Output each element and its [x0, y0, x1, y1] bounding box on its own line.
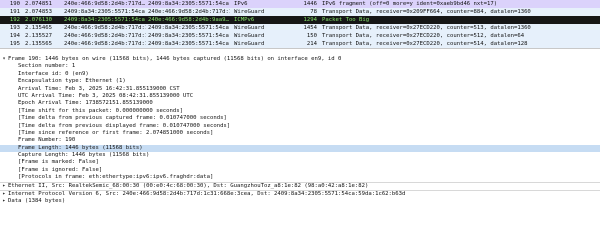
tree-field[interactable]: [Time since reference or first frame: 2.… — [0, 130, 600, 137]
packet-protocol: WireGuard — [234, 33, 265, 39]
tree-field[interactable]: Epoch Arrival Time: 1738572151.855139000 — [0, 100, 600, 107]
tree-field[interactable]: Frame Number: 190 — [0, 137, 600, 144]
tree-field[interactable]: [Frame is ignored: False] — [0, 167, 600, 174]
packet-row[interactable]: 194 2.135527 240e:466:9d58:2d4b:717d:1c3… — [0, 32, 600, 40]
triangle-right-icon[interactable]: ▸ — [0, 191, 8, 198]
packet-destination: 240e:466:9d58:2d4b:717d:1c31:66… — [148, 9, 230, 15]
tree-field[interactable]: Interface id: 0 (en9) — [0, 71, 600, 78]
tree-item-label: Data (1384 bytes) — [8, 198, 66, 205]
tree-item-label: Ethernet II, Src: RealtekSemic_68:00:30 … — [8, 182, 369, 189]
packet-time: 2.135565 — [25, 41, 52, 47]
packet-source: 240e:466:9d58:2d4b:717d:1c31:66… — [64, 25, 146, 31]
packet-row[interactable]: 193 2.135465 240e:466:9d58:2d4b:717d:1c3… — [0, 24, 600, 32]
packet-time: 2.074851 — [25, 1, 52, 7]
packet-details-tree: ▾ Frame 190: 1446 bytes on wire (11568 bi… — [0, 49, 600, 206]
packet-info: Transport Data, receiver=0x27ECD220, cou… — [322, 33, 525, 39]
field-text: Epoch Arrival Time: 1738572151.855139000 — [18, 100, 153, 107]
tree-field[interactable]: UTC Arrival Time: Feb 3, 2025 08:42:31.8… — [0, 93, 600, 100]
tree-field[interactable]: Capture Length: 1446 bytes (11568 bits) — [0, 152, 600, 159]
packet-protocol: ICMPv6 — [234, 17, 255, 23]
field-text: [Protocols in frame: eth:ethertype:ipv6:… — [18, 174, 214, 181]
packet-info: IPv6 fragment (off=0 more=y ident=0xaeb9… — [322, 1, 498, 7]
packet-protocol: WireGuard — [234, 25, 265, 31]
packet-source: 2409:8a34:2305:5571:54ca:59da:1… — [64, 17, 146, 23]
triangle-right-icon[interactable]: ▸ — [0, 198, 8, 205]
field-text: [Time delta from previous captured frame… — [18, 115, 227, 122]
packet-protocol: IPv6 — [234, 1, 248, 7]
packet-info: Transport Data, receiver=0x209FF664, cou… — [322, 9, 531, 15]
tree-field[interactable]: Encapsulation type: Ethernet (1) — [0, 78, 600, 85]
packet-length: 1446 — [303, 1, 317, 7]
packet-time: 2.074853 — [25, 9, 52, 15]
packet-length: 78 — [310, 9, 317, 15]
tree-item-frame[interactable]: ▾ Frame 190: 1446 bytes on wire (11568 bi… — [0, 56, 600, 63]
tree-field[interactable]: [Time delta from previous displayed fram… — [0, 123, 600, 130]
packet-source: 240e:466:9d58:2d4b:717d:1c31:66… — [64, 33, 146, 39]
tree-item-ethernet[interactable]: ▸ Ethernet II, Src: RealtekSemic_68:00:30… — [0, 181, 600, 190]
tree-field[interactable]: [Protocols in frame: eth:ethertype:ipv6:… — [0, 174, 600, 181]
tree-item-data[interactable]: ▸ Data (1384 bytes) — [0, 198, 600, 205]
tree-item-label: Internet Protocol Version 6, Src: 240e:4… — [8, 191, 406, 198]
packet-number: 191 — [9, 9, 20, 15]
tree-item-label: Frame 190: 1446 bytes on wire (11568 bit… — [8, 56, 342, 62]
field-text: Arrival Time: Feb 3, 2025 16:42:31.85513… — [18, 85, 180, 92]
tree-field[interactable]: Section number: 1 — [0, 63, 600, 70]
packet-info: Transport Data, receiver=0x27ECD220, cou… — [322, 41, 528, 47]
packet-row[interactable]: 190 2.074851 240e:466:9d58:2d4b:717d… 24… — [0, 0, 600, 8]
packet-destination: 2409:8a34:2305:5571:54ca:59da:1… — [148, 25, 230, 31]
field-text: [Time delta from previous displayed fram… — [18, 122, 231, 129]
packet-row[interactable]: 192 2.076130 2409:8a34:2305:5571:54ca:59… — [0, 16, 600, 24]
packet-number: 193 — [9, 25, 20, 31]
field-text: [Frame is marked: False] — [18, 159, 99, 166]
triangle-right-icon[interactable]: ▸ — [0, 183, 8, 190]
packet-time: 2.135527 — [25, 33, 52, 39]
field-text: Capture Length: 1446 bytes (11568 bits) — [18, 152, 150, 159]
field-text: Encapsulation type: Ethernet (1) — [18, 78, 126, 85]
packet-number: 192 — [9, 17, 20, 23]
field-text: Interface id: 0 (en9) — [18, 70, 89, 77]
packet-destination: 2409:8a34:2305:5571:54ca:59da:1… — [148, 41, 230, 47]
packet-destination: 2409:8a34:2305:5571:54ca:59da:1… — [148, 33, 230, 39]
packet-destination: 240e:466:9d58:2d4b:9aa9… — [148, 17, 229, 23]
packet-number: 194 — [9, 33, 20, 39]
packet-length: 1454 — [303, 25, 317, 31]
packet-source: 240e:466:9d58:2d4b:717d:1c31:66… — [64, 41, 146, 47]
field-text: Frame Number: 190 — [18, 137, 76, 144]
packet-row[interactable]: 191 2.074853 2409:8a34:2305:5571:54ca:59… — [0, 8, 600, 16]
packet-list: 190 2.074851 240e:466:9d58:2d4b:717d… 24… — [0, 0, 600, 49]
packet-row[interactable]: 195 2.135565 240e:466:9d58:2d4b:717d:1c3… — [0, 40, 600, 48]
triangle-down-icon[interactable]: ▾ — [0, 56, 8, 63]
packet-info: Packet Too Big — [322, 17, 370, 23]
packet-number: 190 — [9, 1, 20, 7]
field-text: [Frame is ignored: False] — [18, 166, 103, 173]
packet-destination: 2409:8a34:2305:5571:54ca:59da:1… — [148, 1, 230, 7]
tree-field[interactable]: Arrival Time: Feb 3, 2025 16:42:31.85513… — [0, 86, 600, 93]
field-text: UTC Arrival Time: Feb 3, 2025 08:42:31.8… — [18, 92, 194, 99]
packet-source: 2409:8a34:2305:5571:54ca:59da:1… — [64, 9, 146, 15]
field-text: Section number: 1 — [18, 63, 76, 70]
packet-length: 214 — [306, 41, 317, 47]
packet-length: 150 — [306, 33, 317, 39]
packet-protocol: WireGuard — [234, 9, 265, 15]
packet-time: 2.076130 — [25, 17, 52, 23]
packet-source: 240e:466:9d58:2d4b:717d… — [64, 1, 145, 7]
field-text: [Time shift for this packet: 0.000000000… — [18, 107, 184, 114]
packet-info: Transport Data, receiver=0x27ECD220, cou… — [322, 25, 531, 31]
packet-number: 195 — [9, 41, 20, 47]
packet-length: 1294 — [303, 17, 317, 23]
tree-field[interactable]: [Time shift for this packet: 0.000000000… — [0, 108, 600, 115]
tree-field[interactable]: [Frame is marked: False] — [0, 159, 600, 166]
field-text: Frame Length: 1446 bytes (11568 bits) — [18, 144, 143, 151]
tree-field[interactable]: [Time delta from previous captured frame… — [0, 115, 600, 122]
field-text: [Time since reference or first frame: 2.… — [18, 129, 214, 136]
packet-time: 2.135465 — [25, 25, 52, 31]
packet-protocol: WireGuard — [234, 41, 265, 47]
tree-item-ipv6[interactable]: ▸ Internet Protocol Version 6, Src: 240e:… — [0, 190, 600, 198]
tree-field-selected[interactable]: Frame Length: 1446 bytes (11568 bits) — [0, 144, 600, 153]
